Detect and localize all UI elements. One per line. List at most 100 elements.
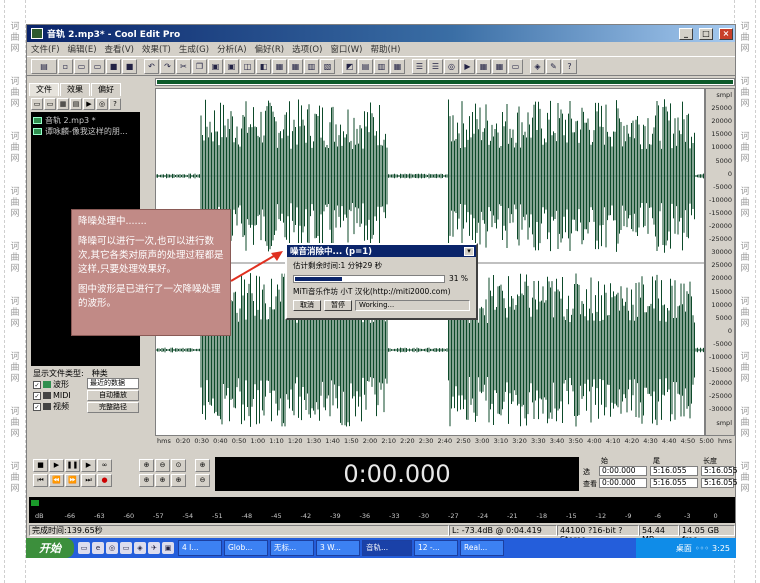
minimize-button[interactable]: _ [679,27,693,40]
play-list-icon[interactable]: ▶ [460,58,475,74]
menu-file[interactable]: 文件(F) [31,43,60,55]
panel-edit-icon[interactable]: ▤ [70,98,82,110]
play-to-end-icon[interactable]: ▶ [81,459,96,472]
view-start-field[interactable]: 0:00.000 [599,478,647,488]
undo-icon[interactable]: ↶ [144,58,159,74]
auto-play-button[interactable]: 自动播放 [87,390,139,401]
spectral-icon[interactable]: ▤ [358,58,373,74]
record-icon[interactable]: ● [97,474,112,487]
zoom-out-h-icon[interactable]: ⊖ [155,459,170,472]
rewind-icon[interactable]: ⏪ [49,474,64,487]
select-all-icon[interactable]: ▦ [272,58,287,74]
sel-start-field[interactable]: 0:00.000 [599,466,647,476]
cancel-button[interactable]: 取消 [293,300,321,311]
list-item[interactable]: 音轨 2.mp3 * [33,115,138,126]
tab-files[interactable]: 文件 [29,83,59,96]
menu-analyze[interactable]: 分析(A) [217,43,246,55]
go-start-icon[interactable]: ⏮ [33,474,48,487]
delete-icon[interactable]: ◧ [256,58,271,74]
tab-effects[interactable]: 效果 [60,83,90,96]
help-icon[interactable]: ? [562,58,577,74]
checkbox-wave[interactable]: ✓ [33,380,41,389]
spectral-view-icon[interactable]: ▦ [390,58,405,74]
app-icon-c[interactable]: ▣ [162,542,174,554]
task-button[interactable]: 3 W... [316,540,360,556]
ie-icon[interactable]: e [92,542,104,554]
task-button[interactable]: 无标... [270,540,314,556]
paste-icon[interactable]: ▣ [208,58,223,74]
full-path-button[interactable]: 完整路径 [87,402,139,413]
zoom-right-icon[interactable]: ⊕ [155,474,170,487]
panel-cd-icon[interactable]: ◎ [96,98,108,110]
open-append-icon[interactable]: ▭ [90,58,105,74]
multitrack-toggle-icon[interactable]: ▤ [31,58,57,74]
open-file-icon[interactable]: ▭ [74,58,89,74]
sort-select[interactable]: 最近的数据 [87,378,139,389]
view-end-field[interactable]: 5:16.055 [650,478,698,488]
menu-help[interactable]: 帮助(H) [370,43,400,55]
zoom-sel-icon[interactable]: ⊕ [171,474,186,487]
checkbox-video[interactable]: ✓ [33,402,41,411]
dialog-minimize-icon[interactable]: ▾ [464,246,474,256]
menu-view[interactable]: 查看(V) [105,43,134,55]
repeat-icon[interactable]: ↷ [160,58,175,74]
task-button-active[interactable]: 音轨... [362,540,412,556]
menu-effects[interactable]: 效果(T) [142,43,171,55]
waveform-view-icon[interactable]: ▥ [374,58,389,74]
zoom-in-h-icon[interactable]: ⊕ [139,459,154,472]
window-icon[interactable]: ▭ [508,58,523,74]
start-button[interactable]: 开始 [26,538,74,558]
zoom-left-icon[interactable]: ⊕ [139,474,154,487]
folder-icon[interactable]: ▭ [120,542,132,554]
mix-paste-icon[interactable]: ▣ [224,58,239,74]
envelope-icon[interactable]: ◩ [342,58,357,74]
checkbox-midi[interactable]: ✓ [33,391,41,400]
tool-a-icon[interactable]: ◈ [530,58,545,74]
grid-icon[interactable]: ▦ [476,58,491,74]
cd-icon[interactable]: ◎ [444,58,459,74]
menu-options[interactable]: 选项(O) [292,43,322,55]
menu-edit[interactable]: 编辑(E) [68,43,97,55]
fast-forward-icon[interactable]: ⏩ [65,474,80,487]
panel-insert-icon[interactable]: ▦ [57,98,69,110]
list2-icon[interactable]: ☰ [428,58,443,74]
select-view-icon[interactable]: ▦ [288,58,303,74]
view-length-field[interactable]: 5:16.055 [701,478,738,488]
pause-icon[interactable]: ❚❚ [65,459,80,472]
menu-favorites[interactable]: 偏好(R) [255,43,285,55]
task-button[interactable]: 12 -... [414,540,458,556]
sel-length-field[interactable]: 5:16.055 [701,466,738,476]
trim-icon[interactable]: ◫ [240,58,255,74]
desktop-icon[interactable]: ▭ [78,542,90,554]
cut-icon[interactable]: ✂ [176,58,191,74]
save-icon[interactable]: ■ [106,58,121,74]
maximize-button[interactable]: □ [699,27,713,40]
panel-close-icon[interactable]: ▭ [44,98,56,110]
marker-icon[interactable]: ▥ [304,58,319,74]
menu-generate[interactable]: 生成(G) [179,43,209,55]
loop-icon[interactable]: ∞ [97,459,112,472]
panel-play-icon[interactable]: ▶ [83,98,95,110]
zoom-full-icon[interactable]: ⊙ [171,459,186,472]
go-end-icon[interactable]: ⏭ [81,474,96,487]
sel-end-field[interactable]: 5:16.055 [650,466,698,476]
list-icon[interactable]: ☰ [412,58,427,74]
media-icon[interactable]: ◎ [106,542,118,554]
save-as-icon[interactable]: ■ [122,58,137,74]
tab-favorites[interactable]: 偏好 [91,83,121,96]
pause-button[interactable]: 暂停 [324,300,352,311]
menu-window[interactable]: 窗口(W) [330,43,362,55]
task-button[interactable]: Real... [460,540,504,556]
app-icon-a[interactable]: ◈ [134,542,146,554]
task-button[interactable]: Glob... [224,540,268,556]
stop-icon[interactable]: ■ [33,459,48,472]
zoom-sel-icon[interactable]: ▧ [320,58,335,74]
list-item[interactable]: 谭咏麟-像我这样的朋... [33,126,138,137]
panel-help-icon[interactable]: ? [109,98,121,110]
zoom-out-v-icon[interactable]: ⊖ [195,474,210,487]
copy-icon[interactable]: ❐ [192,58,207,74]
task-button[interactable]: 4 I... [178,540,222,556]
grid2-icon[interactable]: ▦ [492,58,507,74]
app-icon-b[interactable]: ✈ [148,542,160,554]
close-button[interactable]: × [719,27,733,40]
